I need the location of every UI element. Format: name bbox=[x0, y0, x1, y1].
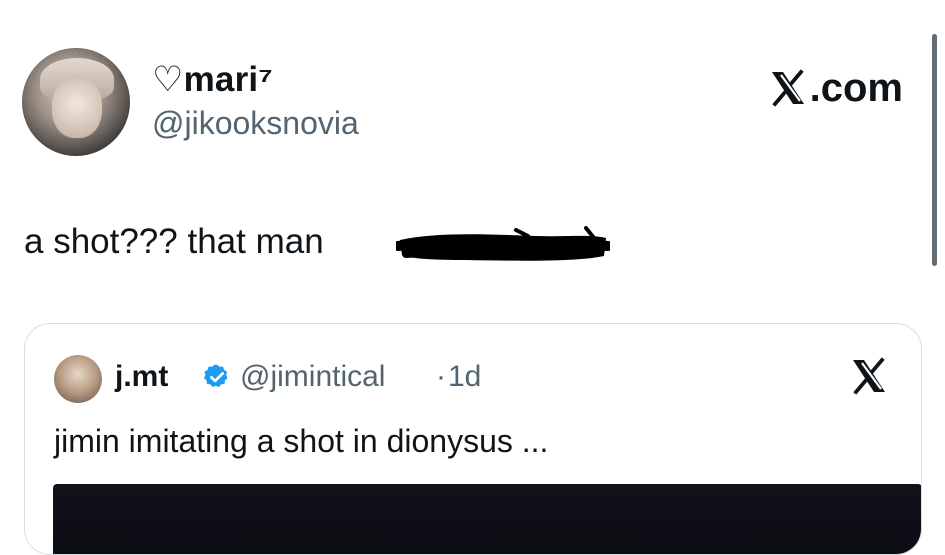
tweet-card: ♡mari⁷ @jikooksnovia .com a shot??? that… bbox=[0, 0, 945, 555]
brand-domain: .com bbox=[809, 66, 903, 110]
quoted-timestamp[interactable]: 1d bbox=[448, 360, 481, 394]
avatar-face bbox=[52, 76, 102, 138]
quoted-tweet-text: jimin imitating a shot in dionysus ... bbox=[54, 423, 549, 459]
x-logo-icon bbox=[849, 356, 889, 401]
author-avatar[interactable] bbox=[22, 48, 130, 156]
x-brand: .com bbox=[768, 66, 903, 110]
author-display-name[interactable]: ♡mari⁷ bbox=[152, 60, 273, 100]
quoted-author-handle[interactable]: @jimintical bbox=[240, 360, 385, 394]
redaction-scribble bbox=[396, 226, 610, 261]
verified-badge-icon bbox=[203, 364, 228, 388]
meta-separator: · bbox=[436, 360, 446, 393]
scrollbar[interactable] bbox=[932, 34, 937, 266]
quoted-author-avatar[interactable] bbox=[54, 355, 102, 403]
tweet-text: a shot??? that man bbox=[24, 222, 324, 261]
x-logo-icon bbox=[768, 68, 808, 108]
quoted-author-name[interactable]: j.mt bbox=[115, 360, 168, 394]
quoted-tweet-card[interactable]: j.mt @jimintical · 1d jimin imitating a … bbox=[24, 323, 922, 555]
author-handle[interactable]: @jikooksnovia bbox=[152, 104, 359, 142]
